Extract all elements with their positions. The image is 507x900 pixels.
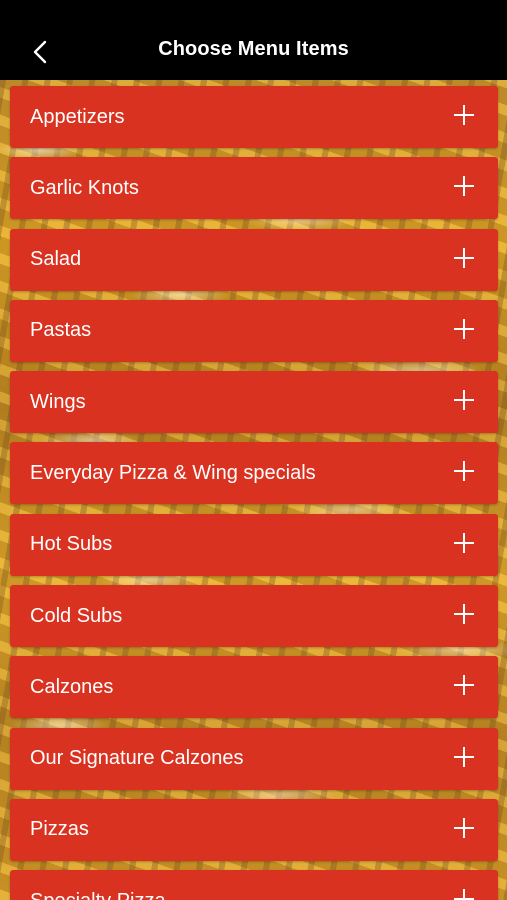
menu-content[interactable]: Appetizers Garlic Knots Salad Pastas Win… (0, 80, 507, 900)
menu-item-garlic-knots[interactable]: Garlic Knots (10, 157, 498, 220)
menu-item-pizzas[interactable]: Pizzas (10, 798, 498, 861)
menu-item-label: Specialty Pizza (30, 890, 166, 900)
page-title: Choose Menu Items (158, 38, 349, 60)
menu-item-label: Everyday Pizza & Wing specials (30, 461, 316, 484)
plus-icon[interactable] (454, 746, 474, 767)
plus-icon[interactable] (454, 817, 474, 838)
menu-item-specialty-pizza[interactable]: Specialty Pizza (10, 870, 498, 900)
plus-icon[interactable] (454, 105, 474, 125)
menu-item-label: Cold Subs (30, 604, 123, 627)
plus-icon[interactable] (454, 675, 474, 696)
menu-item-appetizers[interactable]: Appetizers (10, 86, 498, 148)
menu-item-label: Our Signature Calzones (30, 747, 244, 770)
navigation-bar: Choose Menu Items (0, 0, 507, 80)
plus-icon[interactable] (454, 604, 474, 625)
menu-item-label: Hot Subs (30, 533, 113, 556)
menu-item-label: Calzones (30, 675, 114, 698)
menu-item-cold-subs[interactable]: Cold Subs (10, 585, 498, 648)
menu-item-label: Garlic Knots (30, 176, 139, 199)
plus-icon[interactable] (454, 318, 474, 339)
menu-item-label: Pastas (30, 319, 92, 342)
plus-icon[interactable] (454, 247, 474, 268)
menu-item-everyday-specials[interactable]: Everyday Pizza & Wing specials (10, 442, 498, 505)
menu-item-label: Wings (30, 390, 86, 413)
menu-list: Appetizers Garlic Knots Salad Pastas Win… (10, 86, 498, 900)
plus-icon[interactable] (454, 889, 474, 900)
plus-icon[interactable] (454, 461, 474, 482)
menu-item-label: Salad (30, 248, 82, 271)
menu-item-label: Appetizers (30, 105, 125, 128)
menu-item-hot-subs[interactable]: Hot Subs (10, 513, 498, 576)
plus-icon[interactable] (454, 390, 474, 411)
plus-icon[interactable] (454, 176, 474, 197)
plus-icon[interactable] (454, 532, 474, 553)
menu-item-signature-calzones[interactable]: Our Signature Calzones (10, 727, 498, 790)
menu-item-calzones[interactable]: Calzones (10, 656, 498, 719)
menu-item-pastas[interactable]: Pastas (10, 299, 498, 362)
menu-item-salad[interactable]: Salad (10, 228, 498, 291)
menu-item-label: Pizzas (30, 818, 89, 841)
menu-item-wings[interactable]: Wings (10, 371, 498, 434)
